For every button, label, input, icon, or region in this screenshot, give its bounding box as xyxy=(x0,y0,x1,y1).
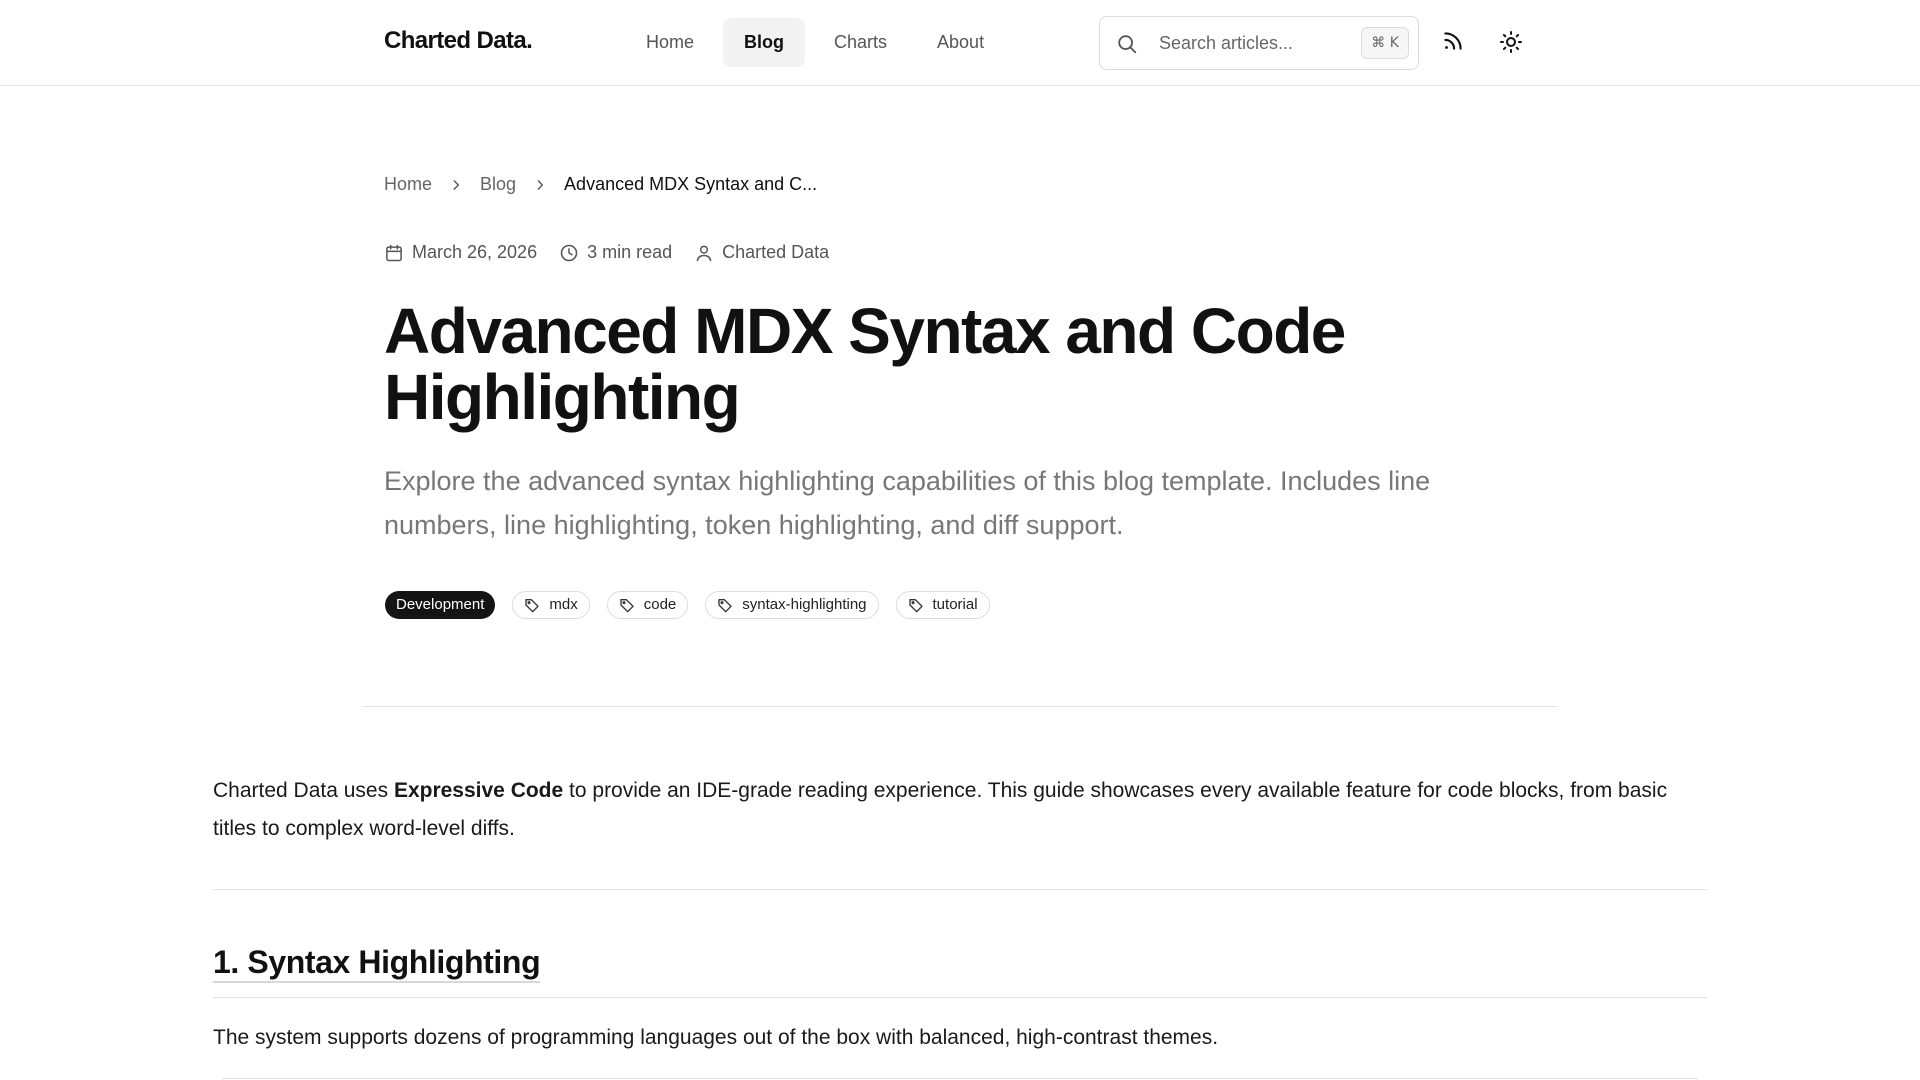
tag-icon xyxy=(620,599,634,613)
intro-bold-text: Expressive Code xyxy=(393,779,564,802)
logo-dot: . xyxy=(526,27,533,54)
category-badge[interactable]: Development xyxy=(385,591,496,619)
search-shortcut-badge: ⌘ K xyxy=(1361,27,1409,59)
tag-label: code xyxy=(643,596,677,613)
chevron-right-icon xyxy=(537,179,544,190)
post-read-time-text: 3 min read xyxy=(587,242,673,262)
site-logo[interactable]: Charted Data. xyxy=(384,27,533,55)
breadcrumb-home[interactable]: Home xyxy=(384,174,432,195)
search-box[interactable]: Search articles... ⌘ K xyxy=(1099,16,1419,70)
user-icon xyxy=(696,245,712,261)
article-title: Advanced MDX Syntax and Code Highlightin… xyxy=(384,295,1346,433)
nav-about[interactable]: About xyxy=(916,18,1005,67)
tag-syntax-highlighting[interactable]: syntax-highlighting xyxy=(705,591,879,619)
article-intro: Charted Data uses Expressive Code to pro… xyxy=(213,772,1703,848)
tag-tutorial[interactable]: tutorial xyxy=(895,591,990,619)
tag-label: mdx xyxy=(549,596,578,613)
section-paragraph: The system supports dozens of programmin… xyxy=(213,1026,1219,1049)
post-author: Charted Data xyxy=(694,242,829,263)
tag-label: syntax-highlighting xyxy=(742,596,867,613)
tag-icon xyxy=(718,599,732,613)
main-nav: Home Blog Charts About xyxy=(625,18,1005,67)
rss-icon[interactable] xyxy=(1440,28,1466,54)
breadcrumb-current: Advanced MDX Syntax and C... xyxy=(564,174,818,194)
tag-list: Development mdx code syntax-highlighting… xyxy=(385,591,1007,619)
post-author-text: Charted Data xyxy=(722,242,830,262)
tag-icon xyxy=(908,599,923,613)
nav-blog[interactable]: Blog xyxy=(723,18,806,67)
article-subtitle: Explore the advanced syntax highlighting… xyxy=(384,466,1431,540)
post-meta: March 26, 2026 3 min read Charted Data xyxy=(384,242,851,263)
site-header: Charted Data. Home Blog Charts About Sea… xyxy=(0,0,1920,86)
section-heading[interactable]: 1. Syntax Highlighting xyxy=(213,943,541,983)
post-date: March 26, 2026 xyxy=(384,242,537,263)
section-divider xyxy=(213,889,1707,890)
post-date-text: March 26, 2026 xyxy=(412,242,538,262)
calendar-icon xyxy=(386,244,402,261)
nav-home[interactable]: Home xyxy=(625,18,715,67)
chevron-right-icon xyxy=(453,179,460,190)
heading-underline xyxy=(213,997,1707,998)
header-divider xyxy=(362,706,1558,707)
tag-code[interactable]: code xyxy=(606,591,689,619)
tag-icon xyxy=(525,599,540,613)
intro-text-start: Charted Data uses xyxy=(213,779,394,802)
clock-icon xyxy=(560,244,578,261)
tag-mdx[interactable]: mdx xyxy=(512,591,590,619)
nav-charts[interactable]: Charts xyxy=(813,18,908,67)
breadcrumb: Home Blog Advanced MDX Syntax and C... xyxy=(384,174,817,195)
sun-icon[interactable] xyxy=(1499,30,1523,54)
tag-label: tutorial xyxy=(932,596,978,613)
logo-text: Charted Data xyxy=(384,27,527,54)
post-read-time: 3 min read xyxy=(559,242,672,263)
search-icon xyxy=(1118,35,1137,54)
search-placeholder: Search articles... xyxy=(1159,33,1294,53)
code-block-top-border xyxy=(222,1078,1698,1079)
breadcrumb-blog[interactable]: Blog xyxy=(480,174,516,195)
